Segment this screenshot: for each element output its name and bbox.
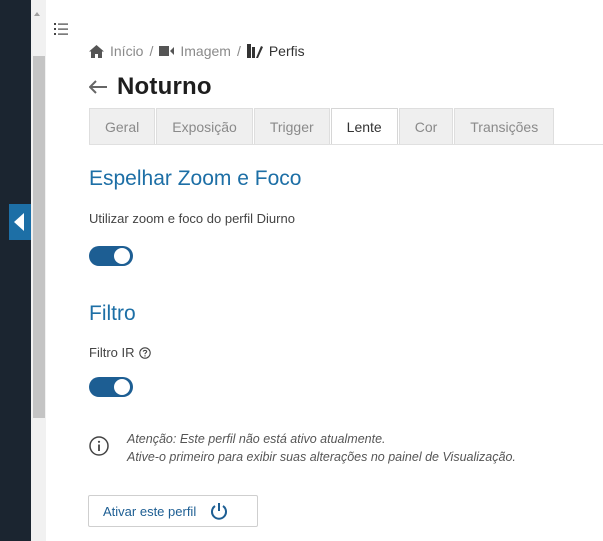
- info-icon: [89, 436, 109, 456]
- tab-cor[interactable]: Cor: [398, 108, 454, 144]
- tab-transicoes[interactable]: Transições: [454, 108, 555, 144]
- mirror-toggle-label: Utilizar zoom e foco do perfil Diurno: [89, 211, 295, 226]
- notice-line-2: Ative-o primeiro para exibir suas altera…: [127, 450, 516, 464]
- inactive-profile-notice: Atenção: Este perfil não está ativo atua…: [89, 430, 516, 466]
- tab-geral[interactable]: Geral: [89, 108, 156, 144]
- breadcrumb-separator: /: [149, 43, 154, 59]
- tab-bar: Geral Exposição Trigger Lente Cor Transi…: [89, 108, 555, 144]
- activate-profile-button[interactable]: Ativar este perfil: [88, 495, 258, 527]
- help-icon[interactable]: [138, 346, 151, 359]
- notice-line-1: Atenção: Este perfil não está ativo atua…: [127, 432, 386, 446]
- toggle-knob: [114, 379, 130, 395]
- tab-trigger[interactable]: Trigger: [253, 108, 330, 144]
- notice-text: Atenção: Este perfil não está ativo atua…: [127, 430, 516, 466]
- scroll-up-arrow[interactable]: [34, 12, 40, 16]
- breadcrumb-home-label: Início: [110, 43, 144, 59]
- ir-filter-toggle[interactable]: [89, 377, 133, 397]
- back-arrow-icon[interactable]: [89, 80, 107, 94]
- scrollbar-thumb[interactable]: [33, 56, 45, 418]
- breadcrumb-profiles-label: Perfis: [268, 43, 305, 59]
- sidebar-collapsed: [0, 0, 31, 541]
- sidebar-toggle-button[interactable]: [9, 204, 31, 240]
- mirror-zoom-focus-toggle[interactable]: [89, 246, 133, 266]
- activate-profile-label: Ativar este perfil: [103, 503, 197, 519]
- camera-icon: [159, 46, 175, 56]
- page-title: Noturno: [117, 73, 212, 100]
- menu-list-icon[interactable]: [54, 23, 68, 35]
- breadcrumb-profiles: Perfis: [246, 43, 305, 59]
- chevron-left-icon: [14, 213, 24, 231]
- breadcrumb: Início / Imagem / Perfis: [89, 42, 305, 60]
- power-icon: [211, 503, 228, 520]
- breadcrumb-image-label: Imagem: [180, 43, 231, 59]
- tab-lente[interactable]: Lente: [330, 108, 398, 144]
- filter-section-title: Filtro: [89, 302, 136, 325]
- toggle-knob: [114, 248, 130, 264]
- home-icon: [89, 44, 104, 58]
- breadcrumb-image[interactable]: Imagem: [159, 43, 231, 59]
- ir-filter-label: Filtro IR: [89, 345, 135, 360]
- page-header: Noturno: [89, 73, 212, 101]
- breadcrumb-separator: /: [236, 43, 241, 59]
- tab-divider: [89, 144, 603, 145]
- ir-filter-label-row: Filtro IR: [89, 345, 151, 360]
- profiles-icon: [246, 44, 263, 58]
- breadcrumb-home[interactable]: Início: [89, 43, 143, 59]
- tab-exposicao[interactable]: Exposição: [156, 108, 253, 144]
- mirror-section-title: Espelhar Zoom e Foco: [89, 167, 302, 190]
